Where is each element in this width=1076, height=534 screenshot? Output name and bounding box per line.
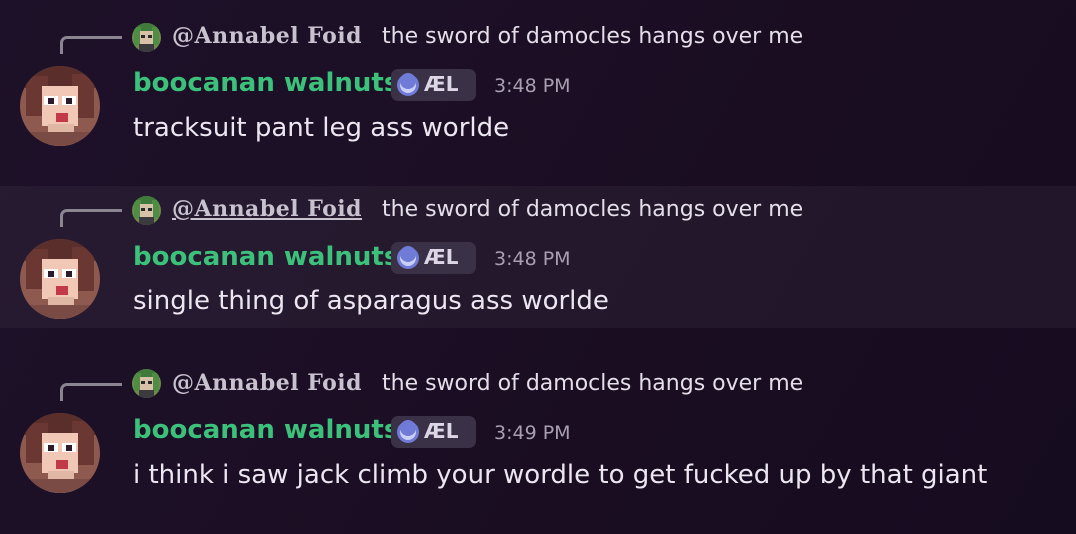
author-username[interactable]: boocanan walnuts	[133, 415, 399, 445]
reply-preview-text[interactable]: the sword of damocles hangs over me	[382, 24, 803, 49]
reply-author-name[interactable]: @Annabel Foid	[172, 196, 362, 222]
author-username[interactable]: boocanan walnuts	[133, 68, 399, 98]
author-avatar[interactable]	[20, 66, 100, 146]
message-timestamp[interactable]: 3:48 PM	[494, 75, 571, 97]
guild-tag-badge[interactable]: ÆL	[391, 416, 476, 448]
author-avatar[interactable]	[20, 239, 100, 319]
reply-connector	[60, 383, 122, 401]
message-content: single thing of asparagus ass worlde	[133, 286, 609, 316]
reply-author-name[interactable]: @Annabel Foid	[172, 23, 362, 49]
reply-preview-text[interactable]: the sword of damocles hangs over me	[382, 197, 803, 222]
reply-preview-text[interactable]: the sword of damocles hangs over me	[382, 371, 803, 396]
reply-connector	[60, 209, 122, 227]
moon-icon	[397, 246, 419, 269]
reply-avatar[interactable]	[132, 369, 161, 398]
reply-connector	[60, 36, 122, 54]
guild-tag-label: ÆL	[424, 419, 459, 443]
reply-avatar[interactable]	[132, 23, 161, 52]
guild-tag-badge[interactable]: ÆL	[391, 242, 476, 274]
message-timestamp[interactable]: 3:48 PM	[494, 248, 571, 270]
moon-icon	[397, 73, 419, 96]
message-content: i think i saw jack climb your wordle to …	[133, 460, 988, 490]
moon-icon	[397, 420, 419, 443]
guild-tag-badge[interactable]: ÆL	[391, 69, 476, 101]
guild-tag-label: ÆL	[424, 245, 459, 269]
reply-author-name[interactable]: @Annabel Foid	[172, 370, 362, 396]
message-content: tracksuit pant leg ass worlde	[133, 113, 510, 143]
reply-avatar[interactable]	[132, 196, 161, 225]
message-item[interactable]: @Annabel Foid the sword of damocles hang…	[0, 0, 1076, 148]
guild-tag-label: ÆL	[424, 72, 459, 96]
author-avatar[interactable]	[20, 413, 100, 493]
message-timestamp[interactable]: 3:49 PM	[494, 422, 571, 444]
message-item[interactable]: @Annabel Foid the sword of damocles hang…	[0, 360, 1076, 534]
author-username[interactable]: boocanan walnuts	[133, 242, 399, 272]
message-item[interactable]: @Annabel Foid the sword of damocles hang…	[0, 186, 1076, 328]
